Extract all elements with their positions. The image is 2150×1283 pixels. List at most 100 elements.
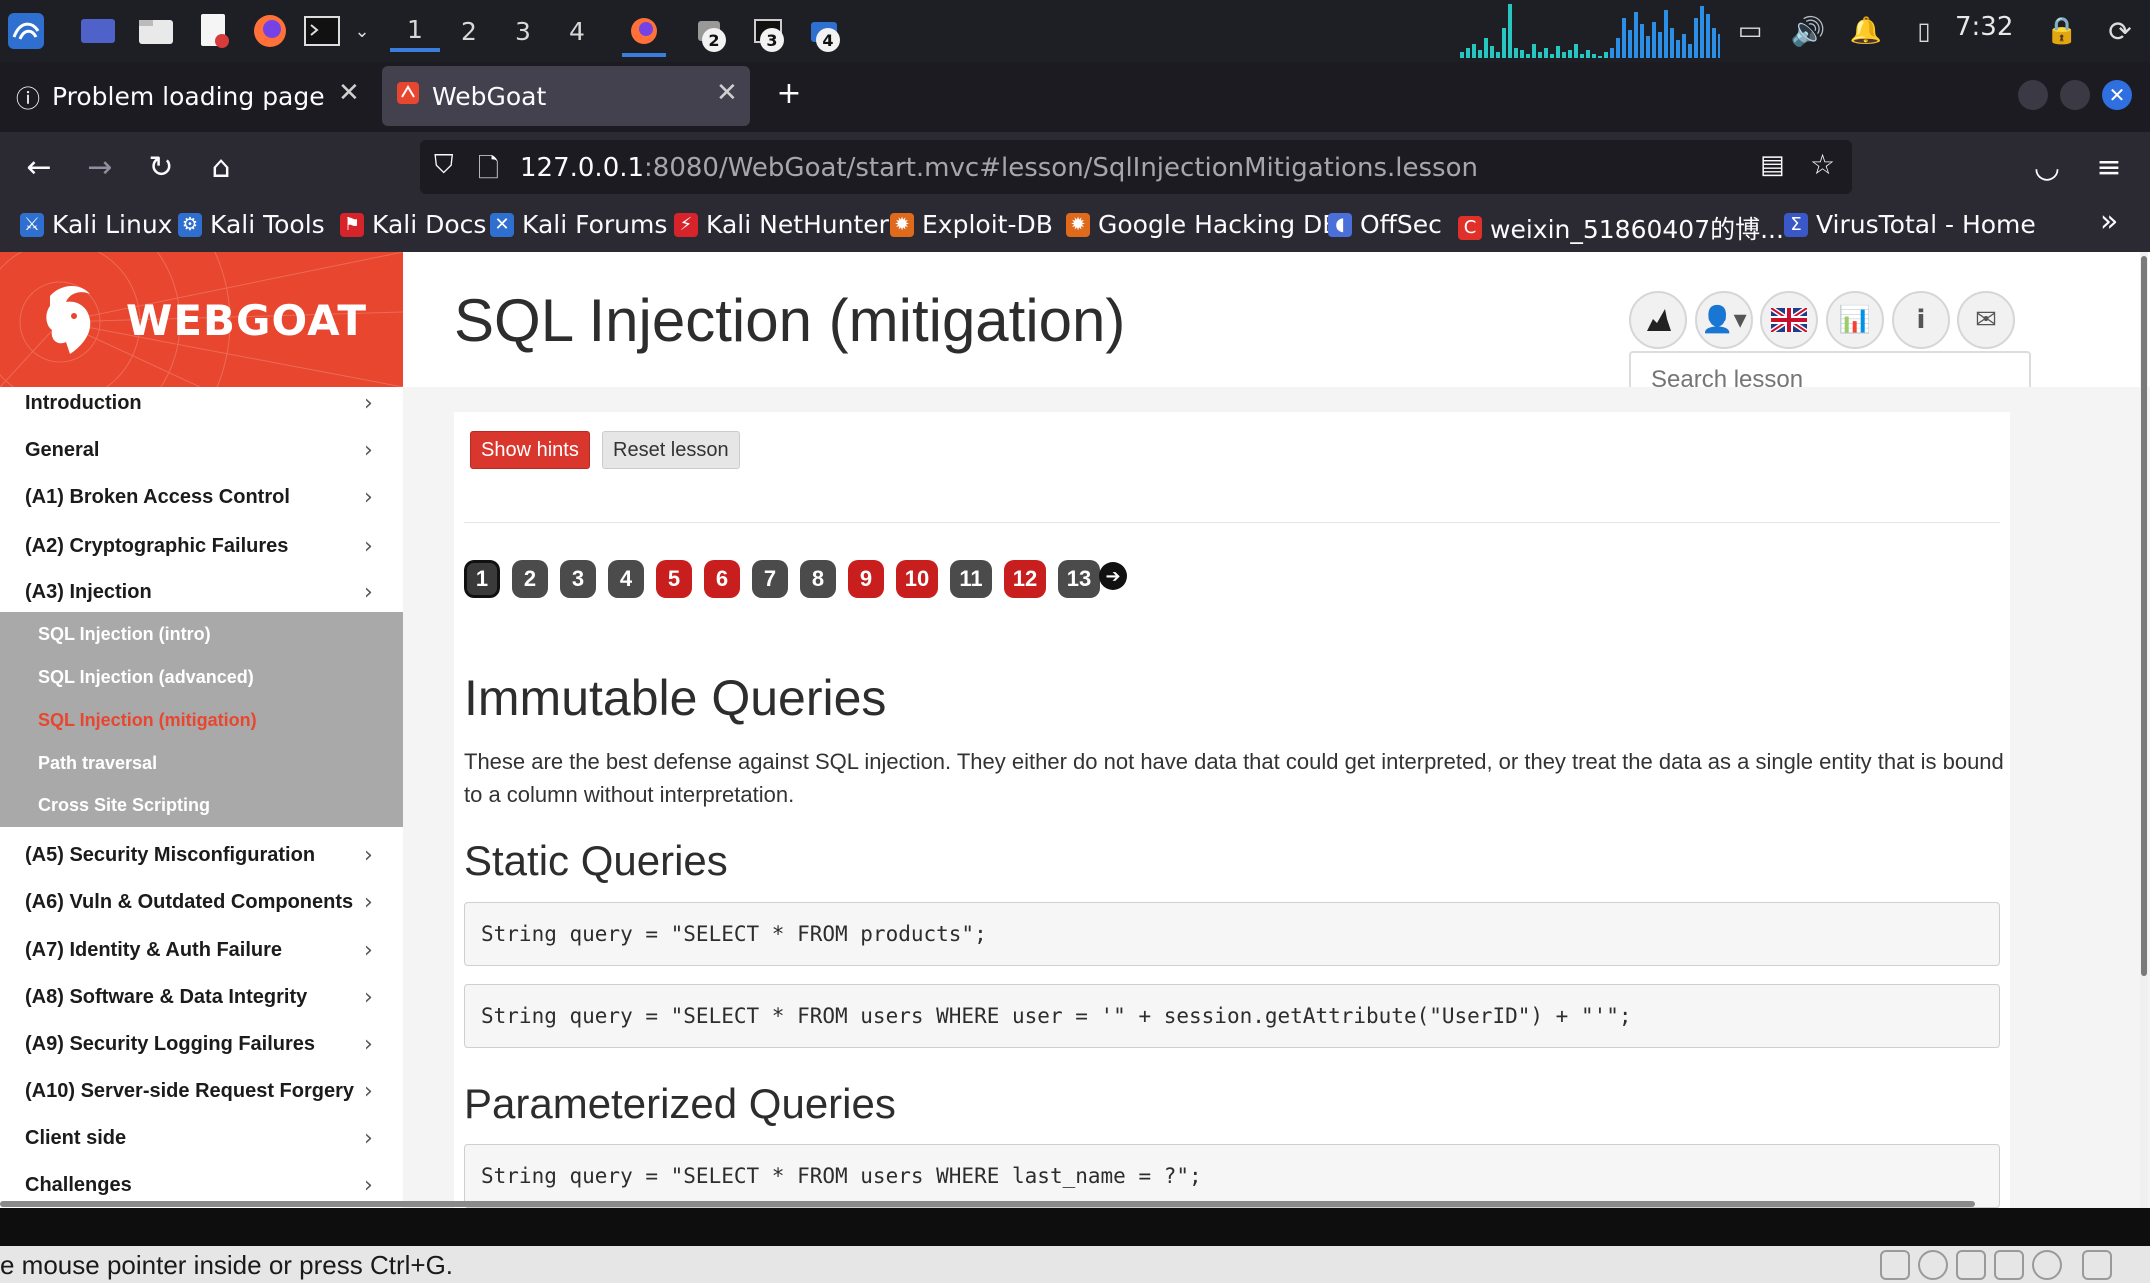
wolf-icon[interactable] [1629, 291, 1687, 349]
file-manager-icon[interactable] [134, 9, 178, 53]
user-menu-icon[interactable]: 👤▾ [1695, 291, 1753, 349]
show-hints-button[interactable]: Show hints [470, 431, 590, 469]
terminal-icon[interactable] [300, 9, 344, 53]
more-bookmarks-chevron-icon[interactable]: » [2100, 204, 2118, 239]
power-icon[interactable]: ⟳ [2098, 9, 2142, 53]
horizontal-scrollbar[interactable] [0, 1201, 1975, 1207]
volume-icon[interactable]: 🔊 [1786, 9, 1830, 53]
pocket-icon[interactable]: ◡ [2024, 144, 2070, 190]
sidebar-category[interactable]: (A10) Server-side Request Forgery › [0, 1071, 403, 1118]
home-icon[interactable]: ⌂ [198, 144, 244, 190]
sidebar-category[interactable]: (A1) Broken Access Control › [0, 477, 403, 524]
notes-icon[interactable] [2082, 1250, 2112, 1280]
workspace-3[interactable]: 3 [498, 10, 548, 52]
lesson-page-button[interactable]: 2 [512, 560, 548, 598]
lesson-page-button[interactable]: 5 [656, 560, 692, 598]
sidebar-category[interactable]: (A9) Security Logging Failures › [0, 1024, 403, 1071]
url-text[interactable]: 127.0.0.1:8080/WebGoat/start.mvc#lesson/… [520, 153, 1478, 183]
report-chart-icon[interactable]: 📊 [1826, 291, 1884, 349]
tab-problem-loading[interactable]: ⓘ Problem loading page ✕ [4, 66, 374, 126]
workspace-4[interactable]: 4 [552, 10, 602, 52]
chevron-down-icon[interactable]: ⌄ [340, 9, 384, 53]
sidebar-lesson-item[interactable]: Path traversal [38, 753, 157, 774]
bookmark-item[interactable]: ⚔ Kali Linux [20, 210, 172, 239]
sidebar-category-label: (A10) Server-side Request Forgery [25, 1080, 355, 1102]
sidebar-category[interactable]: (A2) Cryptographic Failures › [0, 526, 403, 573]
contact-envelope-icon[interactable]: ✉ [1957, 291, 2015, 349]
webgoat-logo[interactable]: WEBGOAT [0, 252, 403, 387]
close-window-button[interactable]: ✕ [2102, 80, 2132, 110]
maximize-window-button[interactable] [2060, 80, 2090, 110]
firefox-window-icon[interactable] [622, 9, 666, 57]
reader-view-icon[interactable]: ▤ [1760, 150, 1785, 180]
firefox-launcher-icon[interactable] [248, 9, 292, 53]
sidebar-category-label: Client side [25, 1127, 127, 1149]
sidebar-category[interactable]: Client side › [0, 1118, 403, 1165]
lesson-page-button[interactable]: 10 [896, 560, 938, 598]
next-page-arrow-icon[interactable]: ➔ [1099, 562, 1127, 590]
back-arrow-icon[interactable]: ← [16, 144, 62, 190]
workspace-1[interactable]: 1 [390, 10, 440, 52]
vertical-scroll-thumb[interactable] [2141, 256, 2147, 976]
text-editor-icon[interactable] [192, 9, 236, 53]
lesson-page-button[interactable]: 8 [800, 560, 836, 598]
clock[interactable]: 7:32 [1955, 12, 2013, 42]
sidebar-category[interactable]: (A8) Software & Data Integrity › [0, 977, 403, 1024]
lesson-page-button[interactable]: 6 [704, 560, 740, 598]
display-icon[interactable]: ▭ [1728, 9, 1772, 53]
sidebar-category[interactable]: (A6) Vuln & Outdated Components › [0, 882, 403, 929]
sidebar-lesson-item[interactable]: SQL Injection (mitigation) [38, 710, 257, 731]
optical-drive-icon[interactable] [1918, 1250, 1948, 1280]
hard-disk-icon[interactable] [1880, 1250, 1910, 1280]
bookmark-star-icon[interactable]: ☆ [1810, 148, 1835, 181]
lesson-page-button[interactable]: 12 [1004, 560, 1046, 598]
bookmark-item[interactable]: Cweixin_51860407的博... [1458, 210, 1784, 246]
language-flag-icon[interactable] [1760, 291, 1818, 349]
bookmark-item[interactable]: Σ VirusTotal - Home [1784, 210, 2036, 239]
bookmark-item[interactable]: ✕ Kali Forums [490, 210, 667, 239]
workspace-2[interactable]: 2 [444, 10, 494, 52]
lock-screen-icon[interactable]: 🔒 [2040, 9, 2084, 53]
close-tab-icon[interactable]: ✕ [716, 78, 738, 108]
close-tab-icon[interactable]: ✕ [338, 78, 360, 108]
notifications-bell-icon[interactable]: 🔔 [1844, 9, 1888, 53]
bookmark-item[interactable]: ⚙ Kali Tools [178, 210, 325, 239]
lesson-page-button[interactable]: 9 [848, 560, 884, 598]
url-bar[interactable]: ⛉ 🗋 127.0.0.1:8080/WebGoat/start.mvc#les… [420, 140, 1852, 194]
sidebar-category[interactable]: General › [0, 430, 403, 477]
lesson-page-button[interactable]: 7 [752, 560, 788, 598]
reload-icon[interactable]: ↻ [138, 144, 184, 190]
battery-icon[interactable]: ▯ [1902, 9, 1946, 53]
network-icon[interactable] [1956, 1250, 1986, 1280]
about-info-icon[interactable]: i [1892, 291, 1950, 349]
tab-webgoat[interactable]: WebGoat ✕ [382, 66, 750, 126]
audio-icon[interactable] [1994, 1250, 2024, 1280]
page-icon[interactable]: 🗋 [478, 150, 499, 194]
shield-icon[interactable]: ⛉ [434, 150, 454, 181]
reset-lesson-button[interactable]: Reset lesson [602, 431, 740, 469]
sidebar-lesson-item[interactable]: Cross Site Scripting [38, 795, 210, 816]
lesson-page-button[interactable]: 13 [1058, 560, 1100, 598]
bookmark-item[interactable]: ⚡ Kali NetHunter [674, 210, 889, 239]
lesson-page-button[interactable]: 1 [462, 558, 502, 600]
minimize-window-button[interactable] [2018, 80, 2048, 110]
kali-menu-icon[interactable] [4, 9, 48, 53]
bookmark-item[interactable]: ✹ Exploit-DB [890, 210, 1053, 239]
sidebar-lesson-item[interactable]: SQL Injection (intro) [38, 624, 211, 645]
sidebar-lesson-item[interactable]: SQL Injection (advanced) [38, 667, 254, 688]
lesson-page-button[interactable]: 3 [560, 560, 596, 598]
bookmark-item[interactable]: ◖ OffSec [1328, 210, 1442, 239]
sidebar-category[interactable]: (A5) Security Misconfiguration › [0, 835, 403, 882]
bookmark-item[interactable]: ✹ Google Hacking DB [1066, 210, 1339, 239]
forward-arrow-icon[interactable]: → [77, 144, 123, 190]
sidebar-category[interactable]: (A7) Identity & Auth Failure › [0, 930, 403, 977]
usb-icon[interactable] [2032, 1250, 2062, 1280]
new-tab-icon[interactable]: + [766, 70, 812, 116]
show-desktop-icon[interactable] [76, 9, 120, 53]
bookmark-item[interactable]: ⚑ Kali Docs [340, 210, 486, 239]
lesson-page-button[interactable]: 4 [608, 560, 644, 598]
lesson-page-button[interactable]: 11 [950, 560, 992, 598]
app-menu-icon[interactable]: ≡ [2086, 144, 2132, 190]
sidebar-category[interactable]: (A3) Injection › [0, 572, 403, 619]
sidebar-category[interactable]: Introduction › [0, 383, 403, 430]
